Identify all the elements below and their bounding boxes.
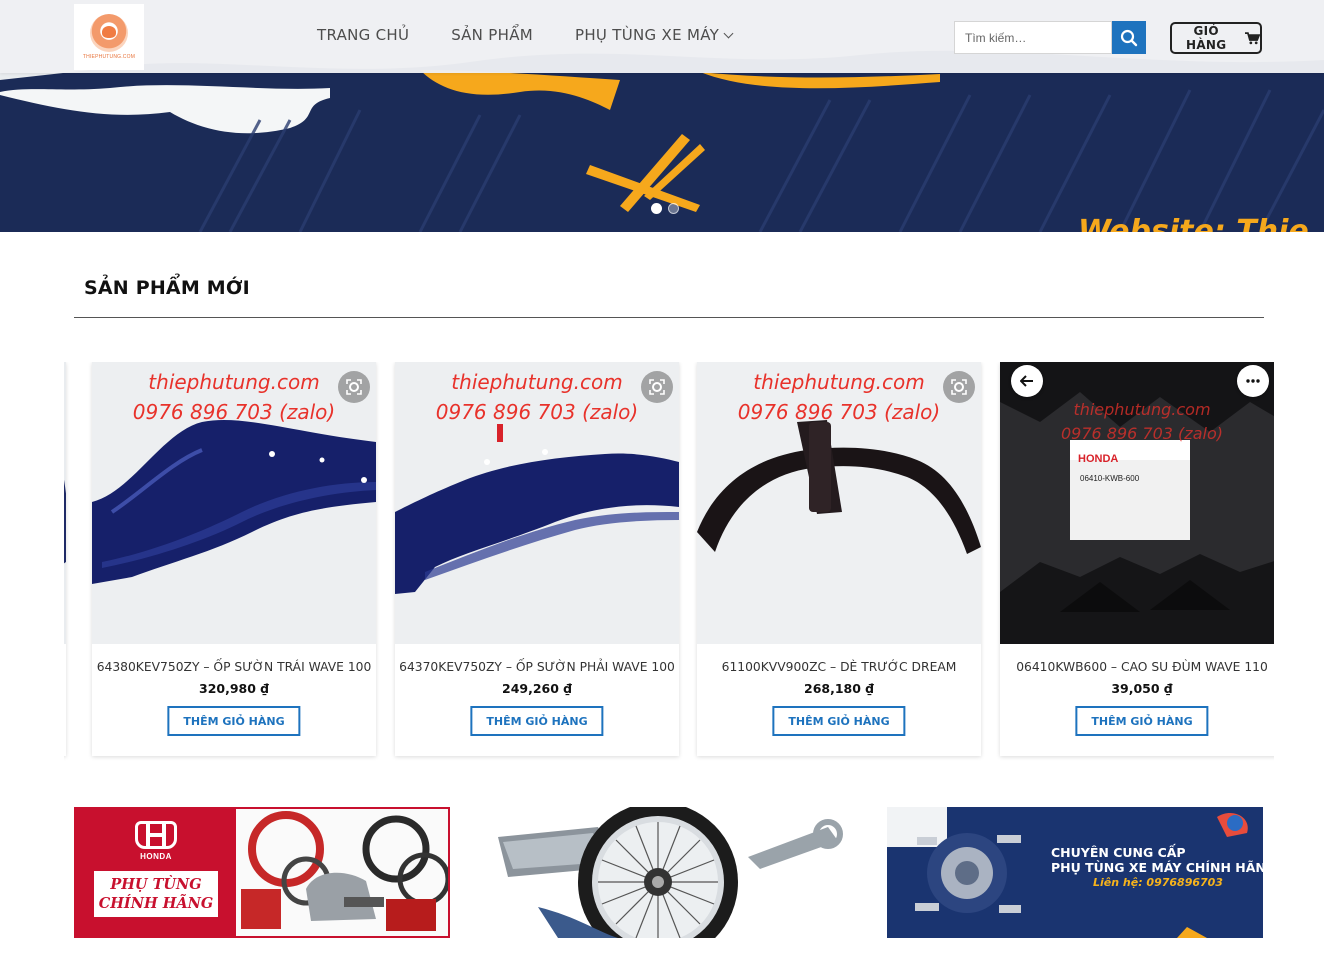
watermark-site: thiephutung.com	[753, 370, 925, 394]
search-button[interactable]	[1112, 21, 1146, 54]
add-to-cart-button[interactable]: THÊM GIỎ HÀNG	[772, 706, 906, 736]
page: Website: Thie THIEPHUTUNG.COM TRANG CHỦ …	[0, 0, 1324, 980]
product-card: HONDA 06410-KWB-600 thiephutung.com 0976…	[1000, 362, 1274, 756]
banner-motorbike-wheel[interactable]	[498, 807, 848, 938]
logo-text: THIEPHUTUNG.COM	[82, 54, 136, 60]
wheel-image	[498, 807, 848, 938]
nav-label: TRANG CHỦ	[317, 26, 410, 44]
product-name[interactable]: 61100KVV900ZC – DÈ TRƯỚC DREAM	[697, 660, 981, 674]
honda-logo-icon	[135, 821, 177, 849]
watermark-site: thiephutung.com	[148, 370, 320, 394]
nav-item-home[interactable]: TRANG CHỦ	[317, 26, 409, 44]
site-header: THIEPHUTUNG.COM TRANG CHỦ SẢN PHẨM PHỤ T…	[0, 0, 1324, 73]
more-dots-icon	[1246, 379, 1260, 383]
banner-tagline: PHỤ TÙNG CHÍNH HÃNG	[94, 871, 218, 917]
product-card: thiephutung.com 0976 896 703 (zalo) 6437…	[395, 362, 679, 756]
add-to-cart-button[interactable]: THÊM GIỎ HÀNG	[167, 706, 301, 736]
supplier-line-2: PHỤ TÙNG XE MÁY CHÍNH HÃNG	[1051, 860, 1263, 875]
watermark-site: thiephutung.com	[1073, 400, 1211, 419]
main-nav: TRANG CHỦ SẢN PHẨM PHỤ TÙNG XE MÁY	[317, 26, 774, 44]
cart-icon	[1245, 31, 1260, 44]
helmet-logo-icon	[90, 14, 128, 52]
hero-website-text: Website: Thie	[1078, 214, 1309, 232]
product-card-partial	[64, 362, 66, 756]
cart-button[interactable]: GIỎ HÀNG	[1170, 22, 1262, 54]
watermark-phone: 0976 896 703 (zalo)	[435, 400, 639, 424]
product-image[interactable]: HONDA 06410-KWB-600 thiephutung.com 0976…	[1000, 362, 1274, 644]
zoom-icon	[649, 379, 665, 395]
chevron-down-icon	[723, 28, 734, 38]
arrow-left-icon	[1020, 375, 1033, 387]
quick-view-button[interactable]	[338, 371, 370, 403]
product-price: 320,980 ₫	[199, 681, 269, 696]
parts-collage-image	[236, 809, 448, 936]
cart-label: GIỎ HÀNG	[1185, 24, 1227, 52]
quick-view-button[interactable]	[641, 371, 673, 403]
banner-supplier[interactable]: CHUYÊN CUNG CẤP PHỤ TÙNG XE MÁY CHÍNH HÃ…	[887, 807, 1263, 938]
honda-panel: HONDA PHỤ TÙNG CHÍNH HÃNG	[76, 809, 236, 936]
quick-view-button[interactable]	[943, 371, 975, 403]
honda-wordmark: HONDA	[140, 852, 172, 861]
nav-item-products[interactable]: SẢN PHẨM	[451, 26, 533, 44]
zoom-icon	[951, 379, 967, 395]
slider-dot-1[interactable]	[651, 203, 662, 214]
site-logo[interactable]: THIEPHUTUNG.COM	[74, 4, 144, 70]
search-input[interactable]	[954, 21, 1112, 54]
product-slider: thiephutung.com 0976 896 703 (zalo) 6438…	[64, 362, 1274, 762]
search-icon	[1120, 29, 1138, 46]
product-price: 249,260 ₫	[502, 681, 572, 696]
slider-prev-button[interactable]	[1011, 365, 1043, 397]
watermark-phone: 0976 896 703 (zalo)	[132, 400, 336, 424]
slider-dot-2[interactable]	[668, 203, 679, 214]
add-to-cart-button[interactable]: THÊM GIỎ HÀNG	[1075, 706, 1209, 736]
product-image[interactable]	[64, 362, 66, 644]
product-image[interactable]: thiephutung.com 0976 896 703 (zalo)	[697, 362, 981, 644]
product-card: thiephutung.com 0976 896 703 (zalo) 6438…	[92, 362, 376, 756]
product-photo	[64, 362, 66, 644]
nav-label: PHỤ TÙNG XE MÁY	[575, 26, 720, 44]
zoom-icon	[346, 379, 362, 395]
supplier-text: CHUYÊN CUNG CẤP PHỤ TÙNG XE MÁY CHÍNH HÃ…	[1051, 845, 1263, 890]
product-card: thiephutung.com 0976 896 703 (zalo) 6110…	[697, 362, 981, 756]
nav-label: SẢN PHẨM	[451, 26, 533, 44]
supplier-contact: Liên hệ: 0976896703	[1093, 876, 1223, 889]
more-options-button[interactable]	[1237, 365, 1269, 397]
add-to-cart-button[interactable]: THÊM GIỎ HÀNG	[470, 706, 604, 736]
product-name[interactable]: 64370KEV750ZY – ỐP SƯỜN PHẢI WAVE 100	[395, 660, 679, 674]
product-name[interactable]: 64380KEV750ZY – ỐP SƯỜN TRÁI WAVE 100	[92, 660, 376, 674]
watermark-site: thiephutung.com	[451, 370, 623, 394]
product-name[interactable]: 06410KWB600 – CAO SU ĐÙM WAVE 110	[1000, 660, 1274, 674]
banner-line-2: CHÍNH HÃNG	[98, 895, 214, 912]
section-title: SẢN PHẨM MỚI	[84, 277, 250, 299]
section-divider	[74, 317, 1264, 318]
banner-honda-parts[interactable]: HONDA PHỤ TÙNG CHÍNH HÃNG	[74, 807, 450, 938]
product-image[interactable]: thiephutung.com 0976 896 703 (zalo)	[395, 362, 679, 644]
watermark-phone: 0976 896 703 (zalo)	[1061, 424, 1223, 443]
supplier-line-1: CHUYÊN CUNG CẤP	[1051, 845, 1186, 860]
nav-item-motorbike-parts[interactable]: PHỤ TÙNG XE MÁY	[575, 26, 734, 44]
watermark-phone: 0976 896 703 (zalo)	[737, 400, 941, 424]
product-image[interactable]: thiephutung.com 0976 896 703 (zalo)	[92, 362, 376, 644]
package-brand: HONDA	[1078, 453, 1119, 465]
slider-dots	[651, 203, 685, 214]
package-code: 06410-KWB-600	[1080, 474, 1140, 483]
product-price: 39,050 ₫	[1111, 681, 1173, 696]
banner-line-1: PHỤ TÙNG	[110, 876, 202, 893]
product-price: 268,180 ₫	[804, 681, 874, 696]
